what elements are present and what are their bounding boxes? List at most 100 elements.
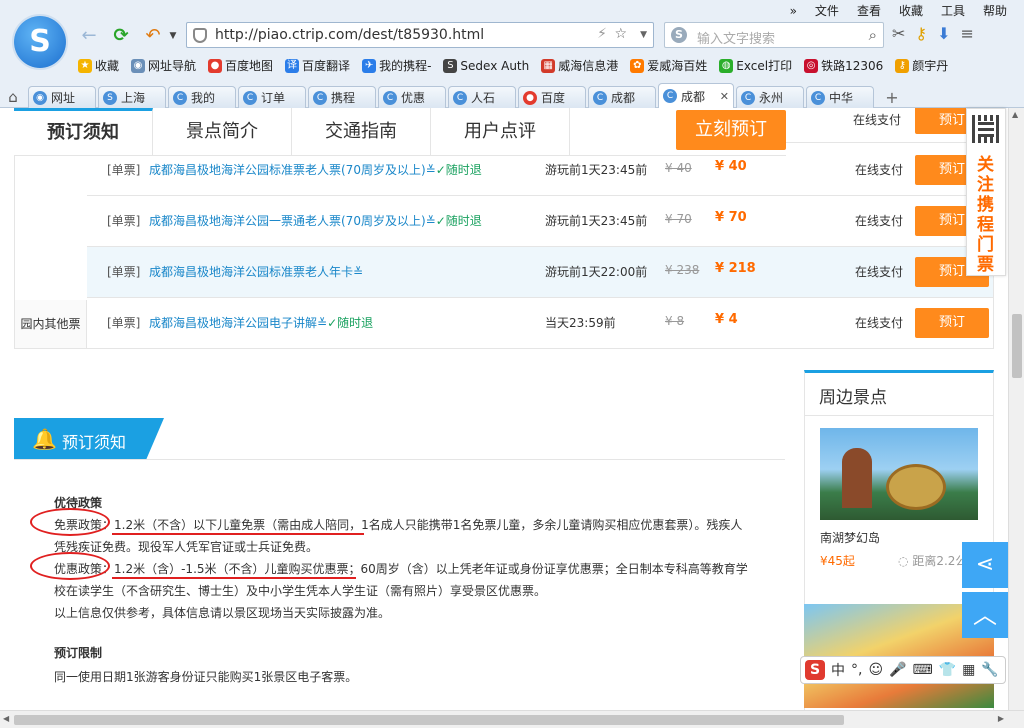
ctrip-icon: C: [741, 90, 755, 105]
refresh-icon[interactable]: ⟳: [110, 25, 132, 47]
back-arrow-icon[interactable]: ←: [78, 25, 100, 47]
bookmark-item[interactable]: ★ 收藏: [78, 56, 125, 76]
scroll-thumb[interactable]: [14, 715, 844, 725]
home-icon[interactable]: ⌂: [0, 86, 26, 108]
browser-tab[interactable]: C 中华: [806, 86, 874, 108]
browser-tab[interactable]: C 永州: [736, 86, 804, 108]
browser-tab-active[interactable]: C 成都 ✕: [658, 83, 734, 108]
bookmark-item[interactable]: ● 百度地图: [208, 56, 279, 76]
ctrip-icon: C: [811, 90, 825, 105]
browser-tab[interactable]: C 人石: [448, 86, 516, 108]
scroll-thumb[interactable]: [1012, 314, 1022, 378]
bookmark-star-icon[interactable]: ☆: [614, 26, 627, 42]
key-icon[interactable]: ⚷: [915, 24, 927, 43]
search-icon[interactable]: ⌕: [869, 26, 877, 44]
ime-keyboard-icon[interactable]: ⌨: [913, 662, 933, 678]
scroll-up-icon[interactable]: ▲: [1012, 110, 1018, 119]
browser-tab[interactable]: S 上海: [98, 86, 166, 108]
browser-chrome: S » 文件 查看 收藏 工具 帮助 ← ⟳ ↶ ▼ http://piao.c…: [0, 0, 1024, 108]
menu-help[interactable]: 帮助: [974, 2, 1016, 20]
menu-favorites[interactable]: 收藏: [890, 2, 932, 20]
ime-grid-icon[interactable]: ▦: [962, 662, 975, 678]
section-tabs: 预订须知 景点简介 交通指南 用户点评: [14, 108, 786, 156]
bookmark-item[interactable]: ✈ 我的携程-: [362, 56, 437, 76]
free-policy-text: ：1.2米（不含）以下儿童免票（需由成人陪同，1名成人只能携带1名免票儿童，多余…: [54, 518, 743, 554]
bookmarks-bar: ★ 收藏 ◉ 网址导航 ● 百度地图 译百度翻译 ✈ 我的携程- S Sedex Auth…: [78, 56, 960, 76]
bookmark-item[interactable]: ◎ 铁路12306: [804, 56, 889, 76]
ticket-name[interactable]: 成都海昌极地海洋公园标准票老人年卡≚: [149, 263, 363, 280]
ime-emoji-icon[interactable]: ☺: [868, 662, 883, 678]
search-box[interactable]: S 输入文字搜索 ⌕: [664, 22, 884, 48]
map-pin-icon: ●: [523, 90, 537, 105]
chevron-down-icon[interactable]: ≚: [317, 316, 327, 330]
share-button[interactable]: ⋖: [962, 542, 1008, 588]
spot-name[interactable]: 南湖梦幻岛: [820, 529, 880, 546]
scroll-right-icon[interactable]: ▶: [998, 714, 1004, 723]
menu-tools[interactable]: 工具: [932, 2, 974, 20]
bookmark-item[interactable]: ✿ 爱威海百姓: [630, 56, 713, 76]
translate-icon: 译: [285, 59, 300, 73]
search-placeholder: 输入文字搜索: [697, 32, 776, 47]
book-button[interactable]: 预订: [915, 308, 989, 338]
browser-tab[interactable]: C 携程: [308, 86, 376, 108]
buy-now-button[interactable]: 立刻预订: [676, 110, 786, 150]
tab-scenic-intro[interactable]: 景点简介: [153, 108, 292, 156]
ime-punct-icon[interactable]: °,: [851, 662, 862, 678]
download-icon[interactable]: ⬇: [937, 24, 950, 43]
new-tab-icon[interactable]: +: [880, 88, 904, 108]
sogou-ime-icon[interactable]: S: [805, 660, 825, 680]
original-price: ¥ 8: [665, 314, 685, 328]
browser-tab[interactable]: C 成都: [588, 86, 656, 108]
scissors-icon[interactable]: ✂: [892, 24, 905, 43]
ctrip-icon: C: [593, 90, 607, 105]
ticket-name[interactable]: 成都海昌极地海洋公园一票通老人票(70周岁及以上)≚✓随时退: [149, 212, 482, 229]
ime-wrench-icon[interactable]: 🔧: [981, 662, 998, 678]
ticket-name[interactable]: 成都海昌极地海洋公园标准票老人票(70周岁及以上)≚✓随时退: [149, 161, 482, 178]
bookmark-item[interactable]: ▦ 威海信息港: [541, 56, 624, 76]
menu-icon[interactable]: ≡: [961, 24, 974, 43]
address-url[interactable]: http://piao.ctrip.com/dest/t85930.html: [215, 27, 484, 43]
horizontal-scrollbar[interactable]: ◀ ▶: [0, 710, 1024, 728]
ime-mic-icon[interactable]: 🎤: [889, 662, 906, 678]
menu-file[interactable]: 文件: [806, 2, 848, 20]
ticket-name[interactable]: 成都海昌极地海洋公园电子讲解≚✓随时退: [149, 314, 373, 331]
lightning-icon[interactable]: ⚡: [597, 26, 607, 42]
refund-check-icon: ✓: [435, 163, 446, 177]
bookmark-item[interactable]: 译百度翻译: [285, 56, 356, 76]
bookmark-item[interactable]: ◉ 网址导航: [131, 56, 202, 76]
sogou-icon: S: [103, 90, 117, 105]
bookmark-item[interactable]: S Sedex Auth: [443, 56, 535, 76]
notice-header: 🔔 预订须知: [14, 418, 164, 460]
menu-overflow[interactable]: »: [781, 2, 806, 20]
browser-tab[interactable]: C 订单: [238, 86, 306, 108]
chevron-down-icon[interactable]: ≚: [426, 163, 436, 177]
tab-traffic-guide[interactable]: 交通指南: [292, 108, 431, 156]
refund-policy: 随时退: [337, 316, 374, 330]
browser-tab[interactable]: ◉ 网址: [28, 86, 96, 108]
browser-tab[interactable]: C 优惠: [378, 86, 446, 108]
undo-icon[interactable]: ↶: [142, 25, 164, 47]
bookmark-item[interactable]: ◍ Excel打印: [719, 56, 798, 76]
tab-user-reviews[interactable]: 用户点评: [431, 108, 570, 156]
bookmark-item[interactable]: ⚷ 颜宇丹: [895, 56, 954, 76]
browser-tab[interactable]: ● 百度: [518, 86, 586, 108]
follow-ctrip-widget[interactable]: 关注携程门票: [966, 108, 1006, 276]
scroll-left-icon[interactable]: ◀: [3, 714, 9, 723]
spot-image[interactable]: [820, 428, 978, 520]
browser-tab[interactable]: C 我的: [168, 86, 236, 108]
paw-icon: ✿: [630, 59, 645, 73]
vertical-scrollbar[interactable]: ▲: [1008, 108, 1024, 710]
tab-booking-notice[interactable]: 预订须知: [14, 108, 153, 156]
disclaimer: 以上信息仅供参考，具体信息请以景区现场当天实际披露为准。: [54, 606, 391, 620]
address-bar[interactable]: http://piao.ctrip.com/dest/t85930.html ⚡…: [186, 22, 654, 48]
chevron-down-icon[interactable]: ≚: [353, 265, 363, 279]
pay-method: 在线支付: [855, 214, 904, 228]
back-to-top-button[interactable]: ︿: [962, 592, 1008, 638]
undo-dropdown-icon[interactable]: ▼: [162, 25, 184, 47]
chevron-down-icon[interactable]: ≚: [426, 214, 436, 228]
menu-view[interactable]: 查看: [848, 2, 890, 20]
close-tab-icon[interactable]: ✕: [720, 90, 729, 103]
ime-skin-icon[interactable]: 👕: [939, 662, 956, 678]
address-dropdown-icon[interactable]: ▼: [640, 30, 647, 40]
ime-chinese-icon[interactable]: 中: [831, 660, 845, 680]
